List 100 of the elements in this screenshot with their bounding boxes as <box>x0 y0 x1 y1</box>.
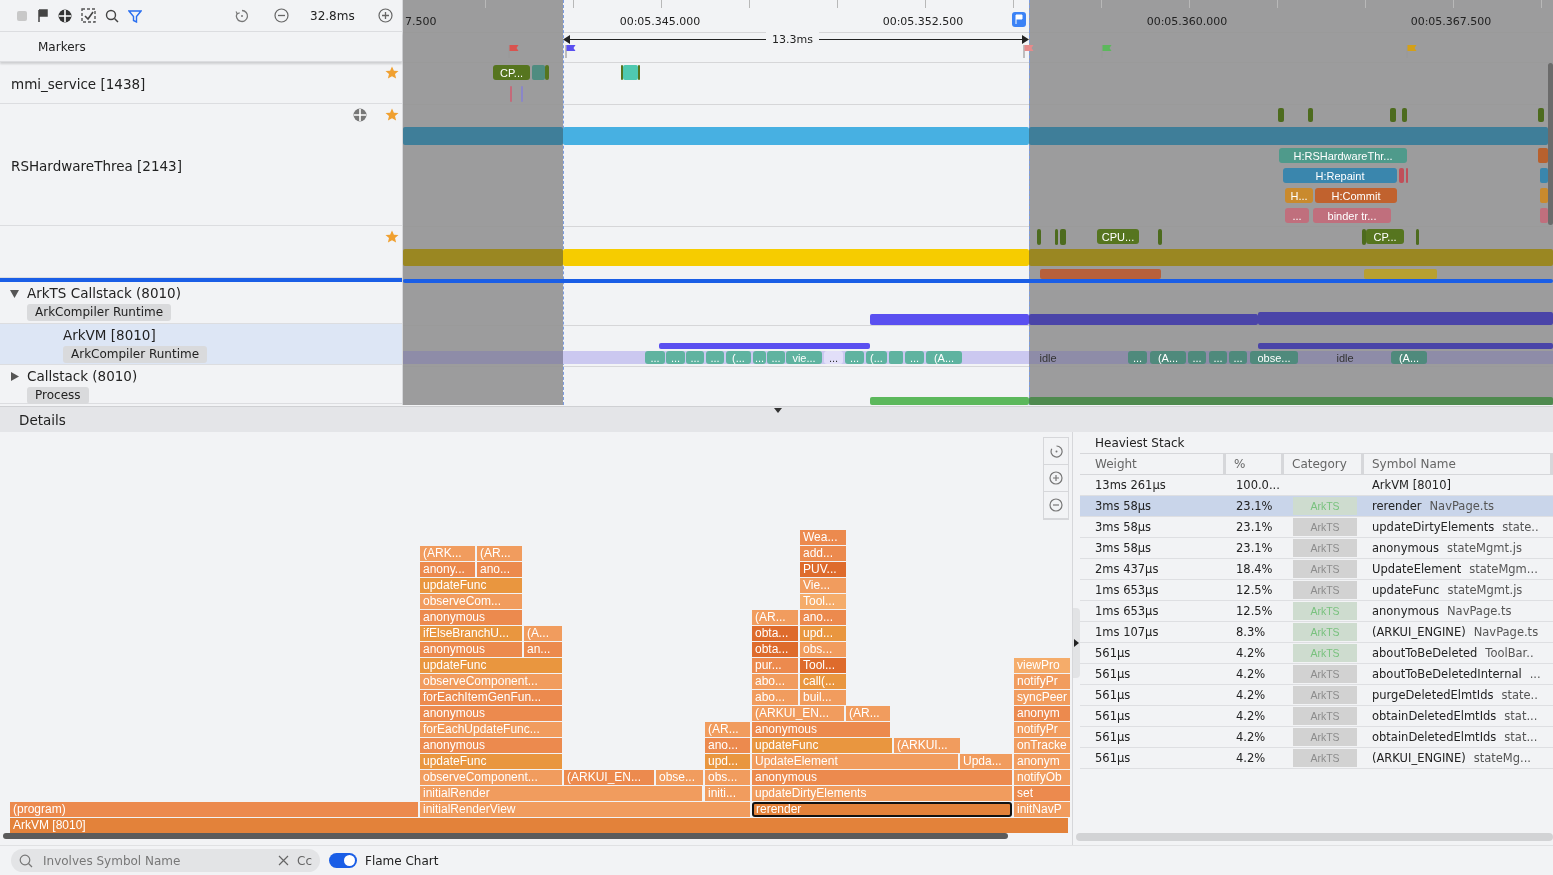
flame-frame[interactable]: anonymous <box>752 722 890 737</box>
flame-frame[interactable]: abo... <box>752 690 798 705</box>
slice-bar[interactable] <box>1158 229 1162 245</box>
flame-frame[interactable]: obta... <box>752 626 798 641</box>
table-row[interactable]: 3ms 58μs 23.1% ArkTS rerender NavPage.ts <box>1080 496 1553 517</box>
flame-frame[interactable]: (AR... <box>705 722 750 737</box>
flame-frame[interactable]: Wea... <box>800 530 846 545</box>
column-header[interactable]: Weight <box>1080 454 1226 474</box>
flame-frame[interactable]: PUV... <box>800 562 846 577</box>
flame-frame[interactable]: observeComponent... <box>420 770 562 785</box>
flag-icon[interactable] <box>565 44 576 58</box>
flame-frame[interactable]: initi... <box>705 786 750 801</box>
flame-frame[interactable]: onTracke <box>1014 738 1070 753</box>
slice-bar[interactable] <box>1416 229 1419 245</box>
slice-bar[interactable] <box>1258 343 1553 349</box>
flame-frame[interactable]: updateFunc <box>420 658 562 673</box>
case-button[interactable]: Cc <box>297 853 312 868</box>
crosshair-icon[interactable] <box>58 8 72 23</box>
track-row[interactable]: ArkVM [8010] ArkCompiler Runtime <box>0 324 402 365</box>
table-row[interactable]: 1ms 107μs 8.3% ArkTS (ARKUI_ENGINE) NavPage.ts <box>1080 622 1553 643</box>
clear-icon[interactable] <box>278 855 289 866</box>
slice-bar[interactable] <box>1040 269 1161 279</box>
flame-frame[interactable]: UpdateElement <box>752 754 958 769</box>
table-row[interactable]: 3ms 58μs 23.1% ArkTS anonymous stateMgmt.js <box>1080 538 1553 559</box>
table-row[interactable]: 561μs 4.2% ArkTS purgeDeletedElmtIds state.. <box>1080 685 1553 706</box>
flame-frame[interactable]: (AR... <box>846 706 890 721</box>
star-icon[interactable] <box>385 230 399 244</box>
slice[interactable]: ... <box>1188 351 1206 364</box>
slice[interactable]: (A... <box>1150 351 1186 364</box>
flame-frame[interactable]: anonymous <box>420 706 562 721</box>
selection-icon[interactable] <box>81 8 96 23</box>
flame-frame[interactable]: anony... <box>420 562 475 577</box>
stop-icon[interactable] <box>16 9 28 22</box>
idle-label[interactable]: idle <box>1330 351 1360 364</box>
column-header[interactable]: % <box>1226 454 1284 474</box>
flame-frame[interactable]: Upda... <box>960 754 1012 769</box>
slice-bar[interactable] <box>623 65 638 80</box>
flame-frame[interactable]: observeComponent... <box>420 674 562 689</box>
track-row[interactable]: mmi_service [1438] <box>0 62 402 104</box>
slice-bar[interactable] <box>889 351 903 364</box>
slice[interactable]: CPU... <box>1097 229 1139 244</box>
slice[interactable]: H:Repaint <box>1283 168 1397 183</box>
slice[interactable]: ... <box>686 351 704 364</box>
track-row[interactable]: Callstack (8010) Process <box>0 365 402 404</box>
flame-frame[interactable]: obs... <box>800 642 846 657</box>
star-icon[interactable] <box>385 66 399 80</box>
flame-frame[interactable]: (ARK... <box>420 546 475 561</box>
flame-frame[interactable]: (AR... <box>477 546 522 561</box>
slice-bar[interactable] <box>870 397 1029 405</box>
slice[interactable]: (... <box>866 351 887 364</box>
slice-bar[interactable] <box>1258 312 1553 325</box>
slice[interactable]: ... <box>666 351 685 364</box>
scrollbar[interactable] <box>3 833 1008 839</box>
idle-label[interactable]: idle <box>1033 351 1063 364</box>
flame-frame[interactable]: initialRender <box>420 786 702 801</box>
table-row[interactable]: 1ms 653μs 12.5% ArkTS anonymous NavPage.ts <box>1080 601 1553 622</box>
timeline-panel[interactable] <box>403 0 1553 405</box>
flame-frame[interactable]: buil... <box>800 690 846 705</box>
scrollbar[interactable] <box>1548 63 1553 225</box>
flame-frame[interactable]: updateFunc <box>752 738 892 753</box>
star-icon[interactable] <box>385 108 399 122</box>
track-row[interactable]: RSHardwareThrea [2143] <box>0 104 402 226</box>
slice[interactable]: ... <box>845 351 864 364</box>
slice-bar[interactable] <box>1540 168 1548 183</box>
flame-frame[interactable]: updateFunc <box>420 754 562 769</box>
slice[interactable]: ... <box>706 351 724 364</box>
flame-frame[interactable]: notifyPr <box>1014 722 1070 737</box>
flame-frame[interactable]: upd... <box>705 754 750 769</box>
flame-frame[interactable]: rerender <box>752 802 1012 817</box>
flame-frame[interactable]: abo... <box>752 674 798 689</box>
flag-icon[interactable] <box>1012 12 1026 27</box>
flame-frame[interactable]: add... <box>800 546 846 561</box>
slice-bar[interactable] <box>659 343 870 349</box>
flame-frame[interactable]: notifyOb <box>1014 770 1070 785</box>
table-row[interactable]: 2ms 437μs 18.4% ArkTS UpdateElement stateMgm... <box>1080 559 1553 580</box>
zoom-in-icon[interactable] <box>377 8 393 23</box>
flame-frame[interactable]: Tool... <box>800 594 846 609</box>
slice-bar[interactable] <box>1390 108 1396 122</box>
flame-frame[interactable]: anonymous <box>420 610 522 625</box>
expand-arrow-icon[interactable] <box>10 288 19 298</box>
slice-bar[interactable] <box>1037 229 1041 245</box>
search-field[interactable]: Involves Symbol Name Cc <box>11 849 320 872</box>
flame-frame[interactable]: viewPro <box>1014 658 1070 673</box>
flame-frame[interactable]: anonymous <box>420 738 562 753</box>
slice-bar[interactable] <box>870 314 1029 325</box>
slice-bar[interactable] <box>1538 148 1548 163</box>
flame-frame[interactable]: forEachUpdateFunc... <box>420 722 562 737</box>
slice[interactable]: obse... <box>1250 351 1298 364</box>
slice-bar[interactable] <box>1060 229 1066 245</box>
flame-frame[interactable]: set <box>1014 786 1070 801</box>
slice-bar[interactable] <box>1362 229 1366 245</box>
flame-frame[interactable]: pur... <box>752 658 798 673</box>
slice[interactable]: H... <box>1285 188 1313 203</box>
flame-frame[interactable]: anonymous <box>752 770 1012 785</box>
zoom-out-icon[interactable] <box>274 8 289 23</box>
flame-frame[interactable]: (A... <box>524 626 562 641</box>
table-row[interactable]: 3ms 58μs 23.1% ArkTS updateDirtyElements state.. <box>1080 517 1553 538</box>
slice[interactable]: ... <box>1128 351 1147 364</box>
flame-frame[interactable]: (program) <box>10 802 418 817</box>
flame-frame[interactable]: Tool... <box>800 658 846 673</box>
